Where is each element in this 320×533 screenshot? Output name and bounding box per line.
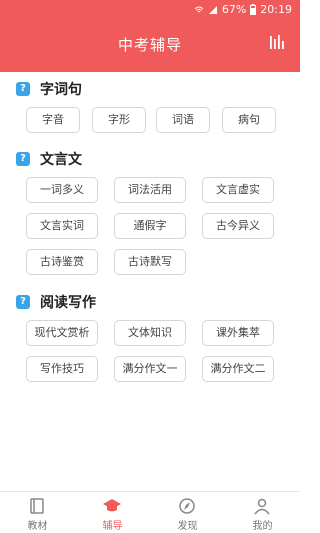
status-bar: 67% 20:19: [0, 0, 300, 20]
book-icon: [30, 498, 44, 514]
tab-mine[interactable]: 我的: [225, 492, 300, 533]
category-chip[interactable]: 满分作文一: [114, 356, 186, 382]
page-title: 中考辅导: [117, 36, 182, 54]
category-chip[interactable]: 字音: [26, 107, 80, 133]
bar-chart-icon[interactable]: [268, 33, 286, 51]
tab-label: 辅导: [102, 521, 123, 532]
category-chip[interactable]: 词法活用: [114, 177, 186, 203]
tab-tutoring[interactable]: 辅导: [75, 492, 150, 533]
tab-label: 发现: [177, 521, 198, 532]
section-title: 阅读写作: [40, 295, 96, 311]
battery-percent: 67%: [221, 3, 247, 16]
signal-icon: [208, 5, 217, 14]
category-chip[interactable]: 通假字: [114, 213, 186, 239]
section-title: 字词句: [40, 82, 82, 98]
category-chip[interactable]: 文体知识: [114, 320, 186, 346]
tab-textbook[interactable]: 教材: [0, 492, 75, 533]
category-chip[interactable]: 古诗默写: [114, 249, 186, 275]
section-header: ? 字词句: [16, 80, 82, 98]
app-header: 67% 20:19 中考辅导: [0, 0, 300, 72]
wifi-icon: [194, 6, 204, 12]
category-chip[interactable]: 一词多义: [26, 177, 98, 203]
section-title: 文言文: [40, 152, 82, 168]
category-chip[interactable]: 文言实词: [26, 213, 98, 239]
category-chip[interactable]: 现代文赏析: [26, 320, 98, 346]
compass-icon: [179, 498, 195, 514]
category-chip[interactable]: 古诗鉴赏: [26, 249, 98, 275]
question-icon: ?: [16, 295, 30, 309]
category-chip[interactable]: 病句: [222, 107, 276, 133]
category-chip[interactable]: 课外集萃: [202, 320, 274, 346]
bottom-tab-bar: 教材 辅导 发现 我的: [0, 491, 300, 533]
category-chip[interactable]: 词语: [156, 107, 210, 133]
tab-label: 我的: [252, 521, 273, 532]
category-chip[interactable]: 字形: [92, 107, 146, 133]
question-icon: ?: [16, 82, 30, 96]
category-chip[interactable]: 满分作文二: [202, 356, 274, 382]
tab-label: 教材: [27, 521, 48, 532]
tab-discover[interactable]: 发现: [150, 492, 225, 533]
section-header: ? 阅读写作: [16, 293, 96, 311]
category-chip[interactable]: 写作技巧: [26, 356, 98, 382]
status-time: 20:19: [260, 3, 292, 16]
section-header: ? 文言文: [16, 150, 82, 168]
battery-icon: [250, 4, 257, 15]
graduation-cap-icon: [103, 499, 121, 512]
question-icon: ?: [16, 152, 30, 166]
category-chip[interactable]: 古今异义: [202, 213, 274, 239]
category-chip[interactable]: 文言虚实: [202, 177, 274, 203]
person-icon: [254, 498, 270, 515]
